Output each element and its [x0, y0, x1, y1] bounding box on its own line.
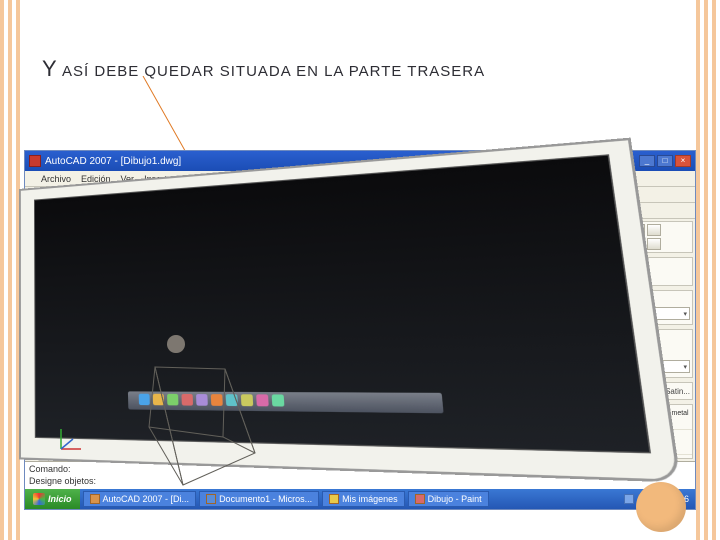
menu-item[interactable]: Archivo — [41, 174, 71, 184]
window-title: AutoCAD 2007 - [Dibujo1.dwg] — [45, 156, 181, 167]
windows-taskbar[interactable]: Inicio AutoCAD 2007 - [Di... Documento1 … — [25, 489, 695, 509]
slide-title: Y ASÍ DEBE QUEDAR SITUADA EN LA PARTE TR… — [42, 56, 485, 82]
pyramid-icon[interactable] — [647, 224, 661, 236]
title-rest: ASÍ DEBE QUEDAR SITUADA EN LA PARTE TRAS… — [58, 63, 485, 80]
app-icon — [90, 494, 100, 504]
app-icon — [29, 155, 41, 167]
app-icon — [329, 494, 339, 504]
slide-border-right — [696, 0, 720, 540]
main-area: Vista actual no guardada Estructura alám… — [25, 219, 695, 461]
close-button[interactable]: × — [675, 155, 691, 167]
section-label: Satin... — [665, 387, 690, 396]
minimize-button[interactable]: _ — [639, 155, 655, 167]
app-icon — [206, 494, 216, 504]
viewport-3d[interactable] — [49, 219, 545, 461]
taskbar-item[interactable]: Dibujo - Paint — [408, 491, 489, 507]
model-stand — [145, 357, 285, 497]
autocad-window: AutoCAD 2007 - [Dibujo1.dwg] _ □ × Archi… — [24, 150, 696, 510]
intersect-icon[interactable] — [647, 238, 661, 250]
slide-accent-circle — [636, 482, 686, 532]
ucs-icon — [55, 425, 85, 455]
model-screen — [34, 154, 651, 453]
taskbar-item[interactable]: AutoCAD 2007 - [Di... — [83, 491, 197, 507]
taskbar-item[interactable]: Mis imágenes — [322, 491, 405, 507]
tray-icon[interactable] — [624, 494, 634, 504]
model-monitor — [19, 138, 681, 483]
taskbar-item[interactable]: Documento1 - Micros... — [199, 491, 319, 507]
apple-logo-icon — [167, 335, 185, 353]
maximize-button[interactable]: □ — [657, 155, 673, 167]
title-y: Y — [42, 56, 58, 81]
windows-logo-icon — [33, 493, 45, 505]
app-icon — [415, 494, 425, 504]
start-label: Inicio — [48, 494, 72, 504]
start-button[interactable]: Inicio — [25, 489, 80, 509]
